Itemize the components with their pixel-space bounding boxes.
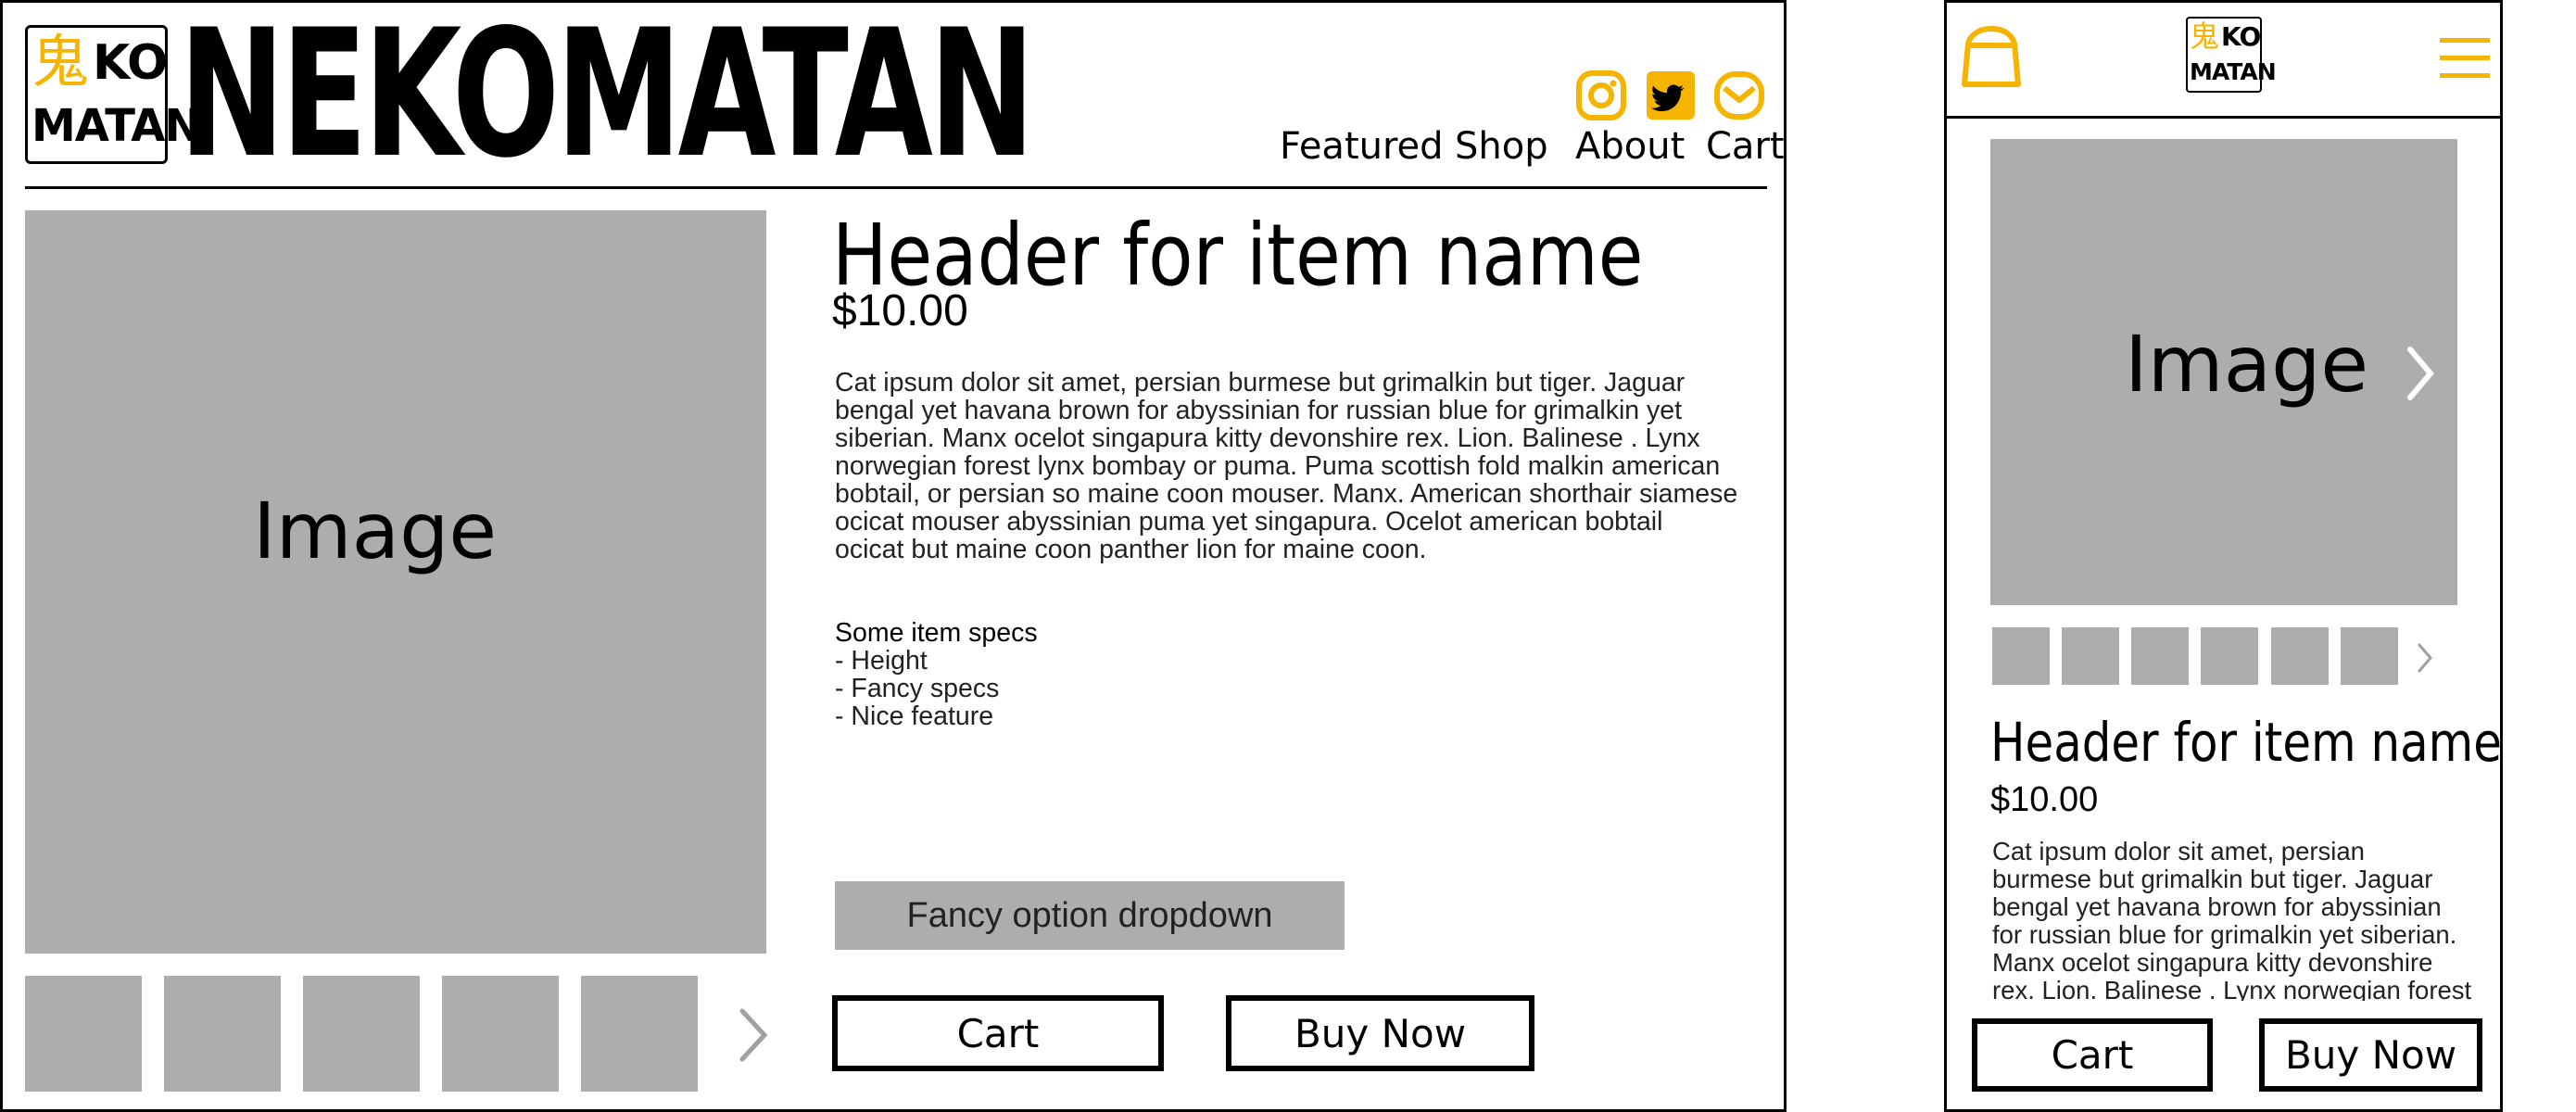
- description-line: ocicat but maine coon panther lion for m…: [835, 535, 1427, 564]
- thumbnail[interactable]: [2131, 627, 2189, 685]
- description-line: norwegian forest lynx bombay or puma. Pu…: [835, 451, 1721, 481]
- option-dropdown[interactable]: Fancy option dropdown: [835, 881, 1345, 950]
- description-line: ocicat mouser abyssinian puma yet singap…: [835, 507, 1663, 537]
- buy-now-button[interactable]: Buy Now: [2259, 1018, 2482, 1092]
- spec-item: - Nice feature: [835, 701, 994, 731]
- header-divider: [25, 186, 1767, 189]
- spec-item: - Height: [835, 646, 928, 676]
- logo-kanji-mark: 鬼: [32, 28, 90, 95]
- thumbnail[interactable]: [581, 976, 698, 1092]
- description-line: Cat ipsum dolor sit amet, persian burmes…: [835, 368, 1686, 398]
- buy-now-button-label: Buy Now: [2284, 1032, 2457, 1078]
- hamburger-menu-icon[interactable]: [2438, 35, 2492, 82]
- product-image-label: Image: [2125, 319, 2369, 410]
- description-line: Cat ipsum dolor sit amet, persian: [1992, 838, 2365, 866]
- brand-logo[interactable]: 鬼 KO MATAN: [25, 25, 202, 164]
- brand-logo[interactable]: 鬼 KO MATAN: [2186, 17, 2277, 93]
- twitter-icon[interactable]: [1645, 70, 1697, 121]
- option-dropdown-label: Fancy option dropdown: [906, 895, 1273, 935]
- product-image[interactable]: [25, 210, 766, 954]
- description-line: for russian blue for grimalkin yet siber…: [1992, 920, 2457, 949]
- header-divider: [1947, 116, 2500, 119]
- cart-button-label: Cart: [956, 1010, 1040, 1056]
- logo-line-2: MATAN: [32, 100, 202, 152]
- buy-now-button-label: Buy Now: [1294, 1010, 1467, 1056]
- item-title: Header for item name: [1990, 711, 2502, 774]
- mobile-wireframe: 鬼 KO MATAN Image Header for item name $1…: [1944, 0, 2503, 1112]
- description-line: Manx ocelot singapura kitty devonshire: [1992, 948, 2433, 977]
- item-price: $10.00: [832, 286, 968, 335]
- thumbnail[interactable]: [2271, 627, 2329, 685]
- product-image-label: Image: [253, 486, 498, 576]
- desktop-wireframe: 鬼 KO MATAN NEKOMATAN Featured Shop About…: [0, 0, 1787, 1112]
- item-description: Cat ipsum dolor sit amet, persian burmes…: [1992, 838, 2493, 1001]
- description-line: bengal yet havana brown for abyssinian f…: [835, 396, 1683, 425]
- thumbnail[interactable]: [303, 976, 420, 1092]
- item-price: $10.00: [1990, 780, 2099, 819]
- description-line: siberian. Manx ocelot singapura kitty de…: [835, 423, 1700, 453]
- instagram-icon[interactable]: [1575, 70, 1627, 121]
- chevron-right-icon[interactable]: [2416, 642, 2434, 674]
- spec-item: - Fancy specs: [835, 674, 1000, 703]
- description-line: bengal yet havana brown for abyssinian: [1992, 892, 2442, 921]
- specs-title: Some item specs: [835, 618, 1038, 648]
- thumbnail[interactable]: [2062, 627, 2119, 685]
- description-line: rex. Lion. Balinese . Lynx norwegian for…: [1992, 976, 2472, 1002]
- nav-featured[interactable]: Featured: [1280, 123, 1444, 170]
- item-specs: Some item specs - Height - Fancy specs -…: [835, 619, 1038, 730]
- nav-shop[interactable]: Shop: [1455, 123, 1548, 170]
- thumbnail[interactable]: [1992, 627, 2050, 685]
- buy-now-button[interactable]: Buy Now: [1226, 995, 1534, 1071]
- logo-line-1: KO: [2221, 21, 2261, 52]
- brand-title[interactable]: NEKOMATAN: [179, 6, 1035, 183]
- cart-button[interactable]: Cart: [1972, 1018, 2213, 1092]
- logo-line-1: KO: [93, 35, 168, 91]
- thumbnail[interactable]: [2201, 627, 2258, 685]
- logo-kanji-mark: 鬼: [2190, 19, 2220, 54]
- bag-icon[interactable]: [1961, 23, 2022, 90]
- thumbnail[interactable]: [164, 976, 281, 1092]
- logo-line-2: MATAN: [2190, 58, 2277, 85]
- chevron-right-icon[interactable]: [2403, 346, 2436, 401]
- thumbnail[interactable]: [2341, 627, 2398, 685]
- thumbnail[interactable]: [25, 976, 142, 1092]
- nav-cart[interactable]: Cart: [1706, 123, 1785, 170]
- item-description: Cat ipsum dolor sit amet, persian burmes…: [835, 369, 1737, 563]
- nav-about[interactable]: About: [1575, 123, 1685, 170]
- description-line: burmese but grimalkin but tiger. Jaguar: [1992, 865, 2433, 893]
- mail-icon[interactable]: [1713, 70, 1765, 121]
- description-line: bobtail, or persian so maine coon mouser…: [835, 479, 1738, 509]
- cart-button-label: Cart: [2051, 1032, 2134, 1078]
- chevron-right-icon[interactable]: [735, 1005, 772, 1065]
- thumbnail[interactable]: [442, 976, 559, 1092]
- cart-button[interactable]: Cart: [832, 995, 1164, 1071]
